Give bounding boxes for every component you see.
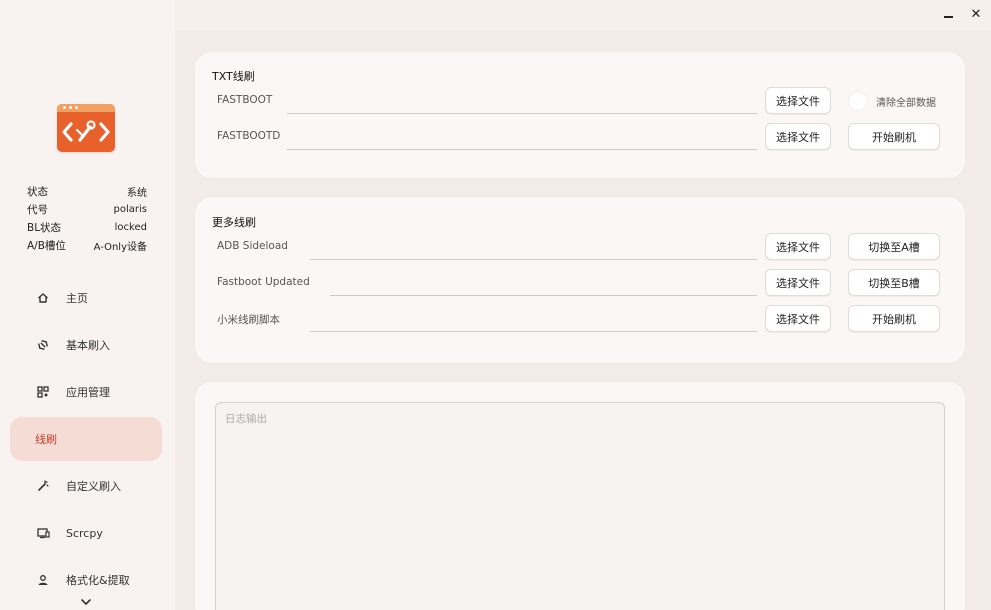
sidebar-item-app-manager[interactable]: 应用管理 [10, 370, 162, 414]
chevron-down-icon[interactable] [79, 597, 93, 607]
sidebar-item-line-flash[interactable]: 线刷 [10, 417, 162, 461]
switch-slot-a-button[interactable]: 切换至A槽 [848, 233, 940, 260]
sidebar-item-home[interactable]: 主页 [10, 276, 162, 320]
sidebar: 状态 系统 代号 polaris BL状态 locked A/B槽位 A-Onl… [0, 0, 175, 610]
sidebar-item-format-extract[interactable]: 格式化&提取 [10, 558, 162, 602]
screen-cast-icon [36, 526, 50, 540]
fastboot-updated-select-file-button[interactable]: 选择文件 [765, 269, 831, 296]
minimize-button[interactable] [941, 7, 955, 21]
sidebar-item-label: 自定义刷入 [66, 480, 121, 493]
fastbootd-select-file-button[interactable]: 选择文件 [765, 123, 831, 150]
code-wrench-icon [62, 120, 110, 142]
sidebar-nav: 主页 基本刷入 应用管理 线刷 自定义刷入 Scrcpy 格式化&提取 [10, 276, 162, 605]
sidebar-item-label: 基本刷入 [66, 339, 110, 352]
close-button[interactable]: ✕ [969, 7, 983, 22]
info-row-status: 状态 系统 [27, 182, 147, 200]
info-value: polaris [113, 203, 147, 215]
more-flash-card: 更多线刷 ADB Sideload 选择文件 切换至A槽 Fastboot Up… [195, 197, 965, 363]
flash-icon [36, 338, 50, 352]
adb-sideload-label: ADB Sideload [217, 240, 288, 252]
user-icon [36, 573, 50, 587]
sidebar-item-label: 主页 [66, 292, 88, 305]
sidebar-item-basic-flash[interactable]: 基本刷入 [10, 323, 162, 367]
fastboot-updated-path-input[interactable] [330, 295, 757, 296]
sidebar-item-scrcpy[interactable]: Scrcpy [10, 511, 162, 555]
window-controls: ✕ [941, 4, 983, 24]
clear-all-data-toggle[interactable] [849, 92, 867, 110]
sidebar-item-label: 线刷 [35, 433, 57, 446]
magic-wand-icon [36, 479, 50, 493]
info-label: A/B槽位 [27, 239, 66, 252]
log-card: 日志输出 [195, 382, 965, 610]
app-logo [57, 104, 115, 152]
fastboot-path-input[interactable] [287, 113, 757, 114]
clear-all-data-label: 清除全部数据 [876, 98, 936, 109]
fastboot-updated-label: Fastboot Updated [217, 276, 310, 288]
fastboot-select-file-button[interactable]: 选择文件 [765, 87, 831, 114]
home-icon [36, 291, 50, 305]
log-placeholder: 日志输出 [225, 413, 267, 425]
info-label: 代号 [27, 203, 48, 216]
minimize-icon [943, 16, 953, 18]
mi-flash-script-path-input[interactable] [310, 331, 757, 332]
sidebar-item-label: 应用管理 [66, 386, 110, 399]
info-row-bl: BL状态 locked [27, 218, 147, 236]
card-title: 更多线刷 [212, 216, 256, 229]
mi-flash-script-select-file-button[interactable]: 选择文件 [765, 305, 831, 332]
fastboot-label: FASTBOOT [217, 94, 273, 106]
mi-flash-script-label: 小米线刷脚本 [217, 314, 280, 326]
start-flash-button[interactable]: 开始刷机 [848, 123, 940, 150]
sidebar-item-label: Scrcpy [66, 526, 103, 540]
info-value: A-Only设备 [93, 241, 147, 253]
info-label: BL状态 [27, 221, 62, 234]
sidebar-item-label: 格式化&提取 [66, 574, 130, 587]
card-title: TXT线刷 [212, 70, 255, 83]
info-value: 系统 [127, 187, 147, 199]
info-row-codename: 代号 polaris [27, 200, 147, 218]
adb-sideload-path-input[interactable] [310, 259, 757, 260]
mi-flash-start-button[interactable]: 开始刷机 [848, 305, 940, 332]
txt-flash-card: TXT线刷 FASTBOOT 选择文件 清除全部数据 FASTBOOTD 选择文… [195, 52, 965, 178]
info-label: 状态 [27, 185, 48, 198]
device-info: 状态 系统 代号 polaris BL状态 locked A/B槽位 A-Onl… [27, 182, 147, 254]
switch-slot-b-button[interactable]: 切换至B槽 [848, 269, 940, 296]
fastbootd-label: FASTBOOTD [217, 130, 281, 142]
info-value: locked [114, 221, 147, 233]
apps-grid-icon [36, 385, 50, 399]
info-row-slot: A/B槽位 A-Only设备 [27, 236, 147, 254]
adb-sideload-select-file-button[interactable]: 选择文件 [765, 233, 831, 260]
sidebar-item-custom-flash[interactable]: 自定义刷入 [10, 464, 162, 508]
fastbootd-path-input[interactable] [287, 149, 757, 150]
main-content: TXT线刷 FASTBOOT 选择文件 清除全部数据 FASTBOOTD 选择文… [175, 30, 991, 610]
log-output-area[interactable]: 日志输出 [215, 402, 945, 610]
